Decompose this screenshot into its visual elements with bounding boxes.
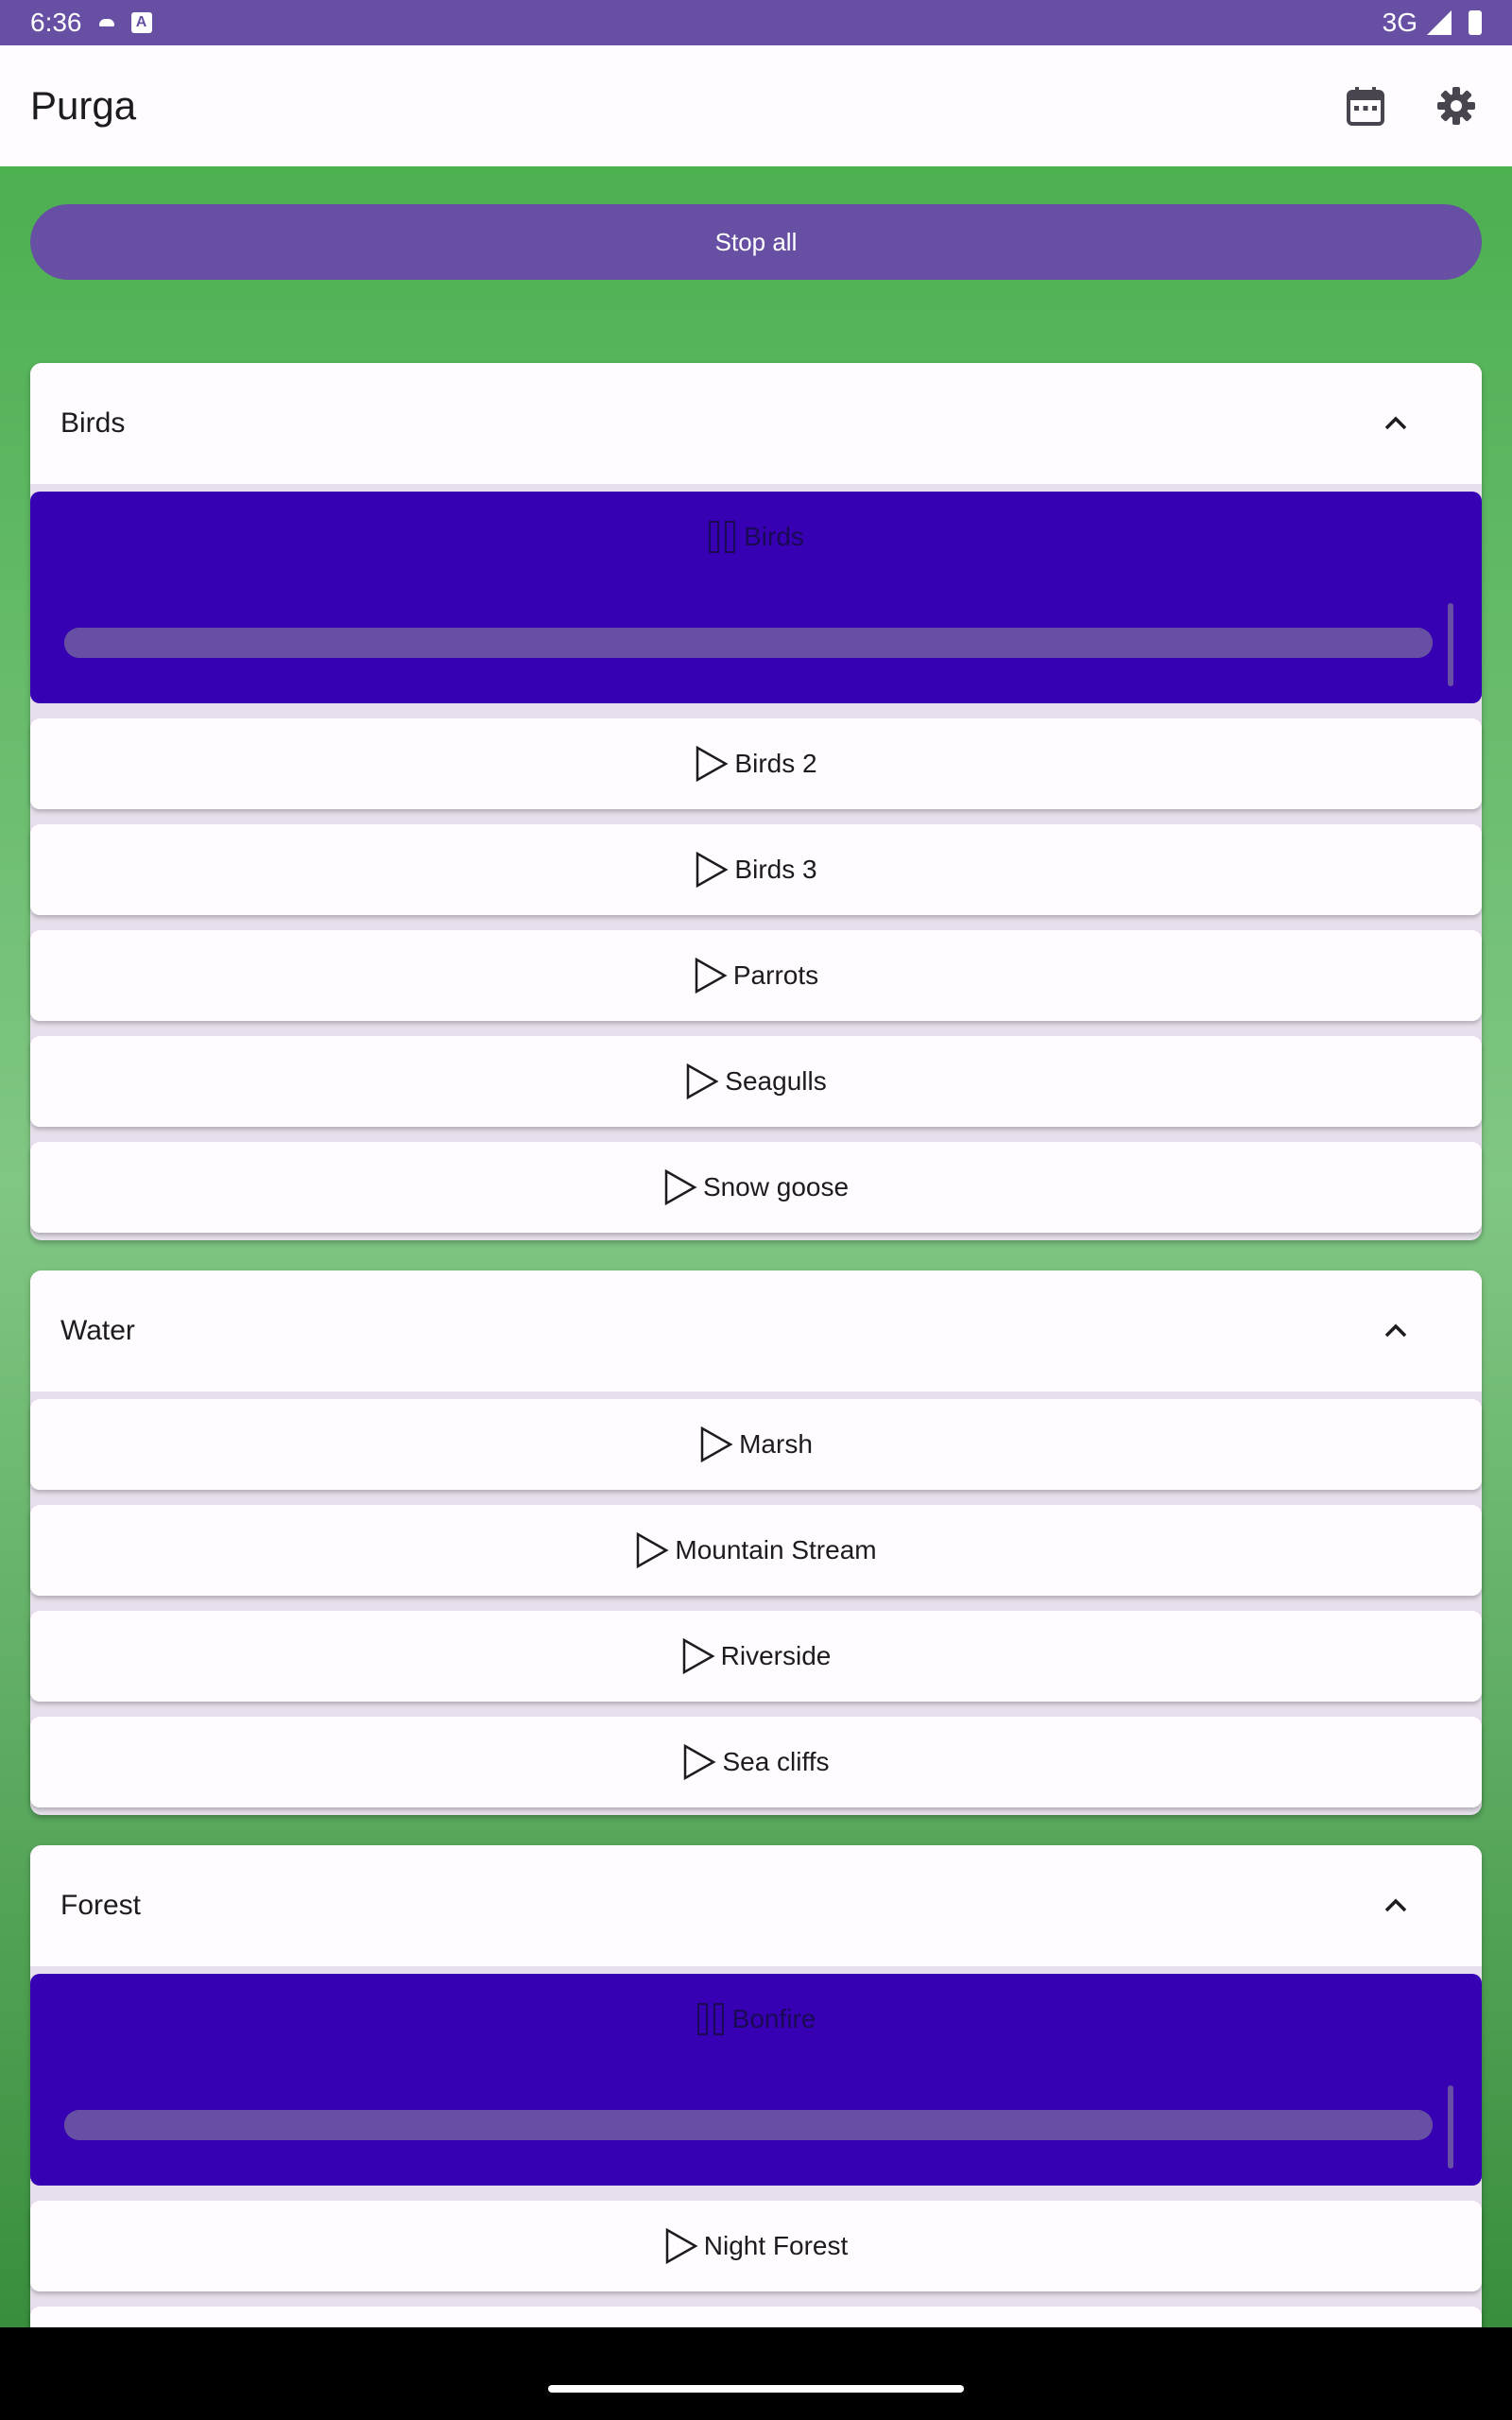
sound-card-riverside[interactable]: Riverside	[30, 1611, 1482, 1702]
sound-card-birds-2[interactable]: Birds 2	[30, 718, 1482, 809]
category-forest: Forest Bonfire Night Forest	[30, 1845, 1482, 2327]
volume-slider[interactable]	[64, 628, 1433, 658]
sound-card-bonfire[interactable]: Bonfire	[30, 1974, 1482, 2186]
category-header[interactable]: Water	[30, 1270, 1482, 1392]
app-bar: Purga	[0, 45, 1512, 166]
navigation-bar	[0, 2358, 1512, 2420]
play-icon	[664, 1168, 697, 1206]
sound-label: Riverside	[720, 1641, 832, 1670]
play-icon	[696, 745, 729, 783]
volume-slider[interactable]	[64, 2110, 1433, 2140]
chevron-up-icon[interactable]	[1382, 1317, 1410, 1345]
chevron-up-icon[interactable]	[1382, 1892, 1410, 1920]
sound-card-birds-3[interactable]: Birds 3	[30, 824, 1482, 915]
app-title: Purga	[30, 83, 137, 128]
volume-thumb[interactable]	[1448, 603, 1453, 686]
play-icon	[696, 851, 729, 889]
calendar-icon	[1347, 87, 1384, 126]
category-header[interactable]: Birds	[30, 363, 1482, 484]
category-title: Forest	[60, 1890, 142, 1921]
sound-card-birds[interactable]: Birds	[30, 492, 1482, 703]
category-birds: Birds Birds Birds 2 Birds 3 Parrots Seag…	[30, 363, 1482, 1240]
sound-label: Mountain Stream	[675, 1535, 877, 1564]
battery-icon	[1469, 10, 1482, 35]
gear-icon	[1437, 87, 1475, 125]
sound-label: Night Forest	[703, 2231, 849, 2260]
network-type: 3G	[1382, 8, 1418, 37]
status-time: 6:36	[30, 8, 82, 37]
play-icon	[687, 1063, 719, 1100]
sound-card-sea-cliffs[interactable]: Sea cliffs	[30, 1717, 1482, 1807]
status-bar: 6:36 A 3G	[0, 0, 1512, 45]
stop-all-button[interactable]: Stop all	[30, 204, 1482, 280]
home-gesture-handle[interactable]	[548, 2385, 964, 2393]
app-notification-icon: A	[130, 12, 152, 33]
sound-label: Seagulls	[725, 1066, 827, 1096]
volume-thumb[interactable]	[1448, 2085, 1453, 2169]
volume-fill	[64, 628, 1433, 658]
play-icon	[700, 1426, 733, 1463]
sound-label: Birds	[744, 522, 804, 551]
sound-card-partial[interactable]	[30, 2307, 1482, 2327]
chevron-up-icon[interactable]	[1382, 409, 1410, 438]
sound-label: Marsh	[739, 1429, 813, 1459]
settings-button[interactable]	[1431, 80, 1482, 131]
play-icon	[695, 957, 728, 994]
play-icon	[637, 1531, 669, 1569]
play-icon	[684, 1743, 716, 1781]
sound-label: Birds 2	[734, 749, 817, 778]
sound-card-parrots[interactable]: Parrots	[30, 930, 1482, 1021]
category-title: Water	[60, 1315, 135, 1346]
pause-icon	[696, 2003, 724, 2035]
sound-label: Sea cliffs	[722, 1747, 830, 1776]
category-title: Birds	[60, 407, 126, 439]
sound-list-content[interactable]: Stop all Birds Birds Birds 2 Birds 3 Par…	[0, 166, 1512, 2327]
volume-fill	[64, 2110, 1433, 2140]
play-icon	[665, 2227, 698, 2265]
sound-card-seagulls[interactable]: Seagulls	[30, 1036, 1482, 1127]
sound-label: Parrots	[732, 960, 819, 990]
signal-icon	[1427, 10, 1452, 35]
sound-label: Birds 3	[734, 855, 817, 884]
sound-card-snow-goose[interactable]: Snow goose	[30, 1142, 1482, 1233]
pause-icon	[709, 521, 736, 553]
sound-card-night-forest[interactable]: Night Forest	[30, 2201, 1482, 2291]
sound-label: Bonfire	[731, 2004, 816, 2033]
notification-icon	[98, 19, 114, 26]
sound-card-mountain-stream[interactable]: Mountain Stream	[30, 1505, 1482, 1596]
sound-label: Snow goose	[702, 1172, 850, 1201]
category-water: Water Marsh Mountain Stream Riverside Se…	[30, 1270, 1482, 1815]
sound-card-marsh[interactable]: Marsh	[30, 1399, 1482, 1490]
calendar-button[interactable]	[1340, 80, 1391, 131]
play-icon	[682, 1637, 715, 1675]
category-header[interactable]: Forest	[30, 1845, 1482, 1966]
